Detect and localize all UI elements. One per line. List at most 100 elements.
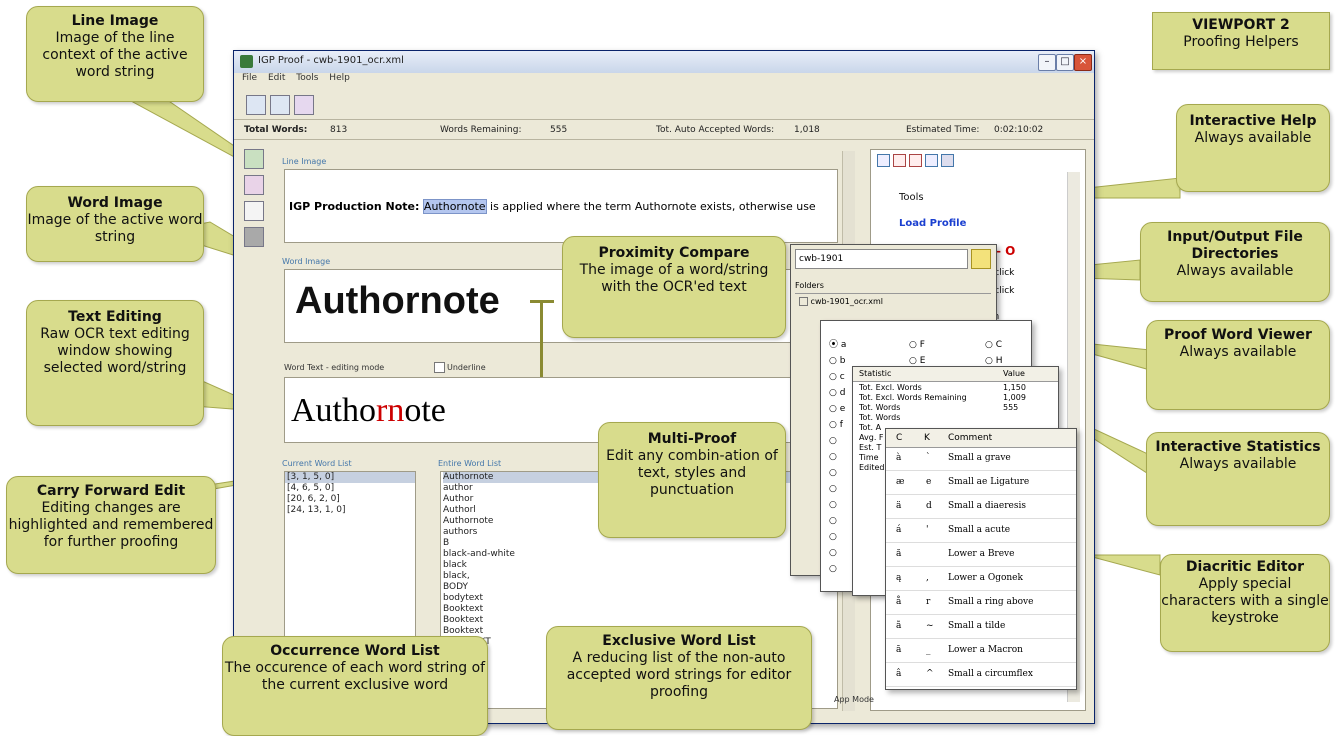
entire-list-item[interactable]: Booktext — [443, 615, 837, 626]
menu-file[interactable]: File — [242, 73, 257, 83]
folders-header: Folders — [795, 281, 991, 294]
menu-help[interactable]: Help — [329, 73, 350, 83]
diacritic-tab-icon[interactable] — [909, 154, 922, 167]
diacritic-row[interactable]: å r Small a ring above — [886, 591, 1076, 615]
entire-list-item[interactable]: black, — [443, 571, 837, 582]
load-profile-link[interactable]: Load Profile — [899, 218, 966, 229]
current-list-item[interactable]: [3, 1, 5, 0] — [285, 472, 415, 483]
viewer-radio[interactable]: ○ b — [829, 353, 846, 369]
viewer-col3: ○ C ○ H — [985, 337, 1003, 369]
entire-list-item[interactable]: Booktext — [443, 604, 837, 615]
proof-icon[interactable] — [244, 149, 264, 169]
directory-path-input[interactable]: cwb-1901 — [795, 249, 968, 269]
save-icon[interactable] — [270, 95, 290, 115]
diacritic-comment: Small a tilde — [948, 621, 1006, 631]
diacritic-row[interactable]: ā _ Lower a Macron — [886, 639, 1076, 663]
line-image-label: Line Image — [282, 157, 327, 166]
statistic-name: Avg. F — [859, 433, 884, 442]
line-highlight[interactable]: Authornote — [422, 199, 487, 214]
entire-word-list-label: Entire Word List — [438, 459, 502, 468]
viewer-radio[interactable]: ○ f — [829, 417, 846, 433]
diacritic-row[interactable]: á ' Small a acute — [886, 519, 1076, 543]
open-icon[interactable] — [246, 95, 266, 115]
entire-list-item[interactable]: B — [443, 538, 837, 549]
statistic-name: Tot. Words — [859, 413, 901, 422]
current-list-item[interactable]: [20, 6, 2, 0] — [285, 494, 415, 505]
maximize-button[interactable]: □ — [1056, 54, 1074, 71]
window-title: IGP Proof - cwb-1901_ocr.xml — [258, 55, 404, 66]
title-bar[interactable]: IGP Proof - cwb-1901_ocr.xml – □ × — [234, 51, 1094, 73]
diacritic-c: á — [896, 525, 902, 535]
editor-text-after: ote — [404, 392, 446, 429]
diacritic-header: C K Comment — [886, 429, 1076, 448]
diacritic-row[interactable]: ã ~ Small a tilde — [886, 615, 1076, 639]
diacritic-c: ą — [896, 573, 902, 583]
chart-tab-icon[interactable] — [941, 154, 954, 167]
diacritic-k: d — [926, 501, 932, 511]
entire-list-item[interactable]: black-and-white — [443, 549, 837, 560]
entire-list-item[interactable]: black — [443, 560, 837, 571]
statistic-value: 1,009 — [1003, 393, 1026, 402]
diacritic-k: r — [926, 597, 931, 607]
help-tools-label: Tools — [899, 192, 924, 203]
viewer-col1: ⦿ a ○ b ○ c ○ d ○ e ○ f ○ ○ ○ ○ ○ ○ ○ ○ ○ — [829, 337, 846, 577]
close-button[interactable]: × — [1074, 54, 1092, 71]
current-word-list-label: Current Word List — [282, 459, 352, 468]
entire-list-item[interactable]: bodytext — [443, 593, 837, 604]
entire-list-item[interactable]: BODY — [443, 582, 837, 593]
viewer-radio[interactable]: ○ d — [829, 385, 846, 401]
underline-checkbox[interactable] — [434, 362, 445, 373]
total-words-value: 813 — [330, 125, 348, 135]
diacritic-comment: Small a acute — [948, 525, 1011, 535]
diacritic-row[interactable]: ă Lower a Breve — [886, 543, 1076, 567]
menu-bar: File Edit Tools Help — [234, 73, 1094, 89]
viewer-tab-icon[interactable] — [925, 154, 938, 167]
current-list-item[interactable]: [4, 6, 5, 0] — [285, 483, 415, 494]
menu-tools[interactable]: Tools — [296, 73, 318, 83]
callout-proof-viewer: Proof Word Viewer Always available — [1146, 320, 1330, 410]
menu-edit[interactable]: Edit — [268, 73, 285, 83]
help-tab-icon[interactable] — [877, 154, 890, 167]
auto-accepted-label: Tot. Auto Accepted Words: — [656, 125, 775, 135]
folder-item[interactable]: cwb-1901_ocr.xml — [799, 297, 883, 306]
statistic-row: Tot. Words 555 — [859, 403, 1054, 413]
viewer-radio[interactable]: ○ c — [829, 369, 846, 385]
diacritic-k: ' — [926, 525, 929, 535]
statistic-row: Tot. Excl. Words 1,150 — [859, 383, 1054, 393]
diacritic-row[interactable]: æ e Small ae Ligature — [886, 471, 1076, 495]
statistic-name: Time — [859, 453, 879, 462]
diacritic-row[interactable]: à ` Small a grave — [886, 447, 1076, 471]
diacritic-comment: Small a ring above — [948, 597, 1034, 607]
statistic-name: Tot. A — [859, 423, 882, 432]
diacritic-c: ă — [896, 549, 902, 559]
diacritic-row[interactable]: ą, Lower a Ogonek — [886, 567, 1076, 591]
split-icon[interactable] — [244, 175, 264, 195]
diacritic-c: à — [896, 453, 902, 463]
auto-accepted-value: 1,018 — [794, 125, 820, 135]
minimize-button[interactable]: – — [1038, 54, 1056, 71]
diacritic-row[interactable]: ä d Small a diaeresis — [886, 495, 1076, 519]
callout-multi-proof: Multi-Proof Edit any combin-ation of text… — [598, 422, 786, 538]
stats-tab-icon[interactable] — [893, 154, 906, 167]
statistic-col: Statistic — [859, 369, 892, 378]
delete-icon[interactable] — [244, 201, 264, 221]
diacritic-row[interactable]: â ^ Small a circumflex — [886, 663, 1076, 687]
diacritic-c: ā — [896, 645, 902, 655]
blank-icon[interactable] — [244, 227, 264, 247]
viewer-radio[interactable]: ○ C — [985, 337, 1003, 353]
current-list-item[interactable]: [24, 13, 1, 0] — [285, 505, 415, 516]
diacritic-k: e — [926, 477, 932, 487]
diacritic-k: _ — [926, 645, 931, 655]
diacritic-comment: Lower a Ogonek — [948, 573, 1023, 583]
callout-viewport: VIEWPORT 2 Proofing Helpers — [1152, 12, 1330, 70]
viewer-radio[interactable]: ○ e — [829, 401, 846, 417]
statistic-name: Tot. Excl. Words Remaining — [859, 393, 967, 402]
viewer-radio[interactable]: ⦿ a — [829, 337, 846, 353]
folder-icon[interactable] — [971, 249, 991, 269]
statistic-row: Tot. Words — [859, 413, 1054, 423]
export-icon[interactable] — [294, 95, 314, 115]
viewer-radio[interactable]: ○ F — [909, 337, 925, 353]
pointer-diacritic — [1084, 554, 1161, 576]
viewer-col2: ○ F ○ E — [909, 337, 925, 369]
diacritic-c: ã — [896, 621, 902, 631]
